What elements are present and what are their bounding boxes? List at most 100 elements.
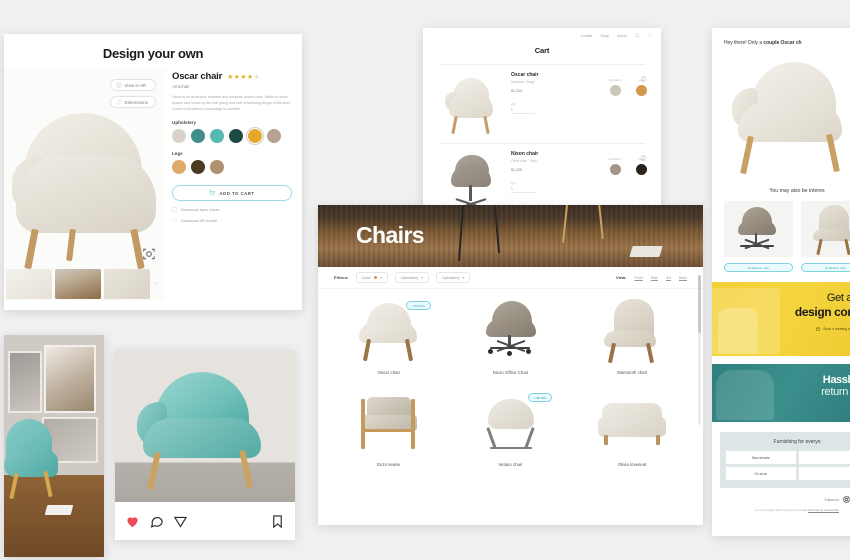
nav-item-about[interactable]: About — [617, 34, 627, 38]
view-options: View: Front Side 3/4 Back — [616, 275, 687, 280]
product-card[interactable]: Enzo seater — [328, 389, 450, 481]
table-cell-new-arrivals[interactable]: New arrivals — [726, 451, 796, 464]
cart-item-qty-input[interactable]: 1 — [511, 187, 535, 193]
banner-cta[interactable]: Book a meeting with our interior d — [795, 327, 850, 331]
table-cell-empty[interactable] — [798, 467, 850, 480]
page-title: Chairs — [356, 222, 425, 248]
chair-base — [490, 347, 531, 349]
view-option-side[interactable]: Side — [651, 276, 658, 280]
email-headline: Hey there! Only a couple Oscar ch — [712, 28, 850, 54]
recommendation-card[interactable]: Available now — [801, 201, 850, 272]
listing-hero: Chairs — [318, 205, 703, 267]
product-hero-image[interactable]: View in AR Dimensions ‹ 360° › — [4, 69, 164, 301]
cart-item-image[interactable] — [437, 151, 503, 213]
add-to-cart-button[interactable]: ADD TO CART — [172, 185, 292, 202]
trash-icon[interactable] — [640, 154, 647, 162]
search-icon[interactable] — [635, 33, 640, 38]
design-consultation-banner[interactable]: Get a free design consult Book a meeting… — [712, 282, 850, 356]
filter-color-dropdown[interactable]: Color ▾ — [355, 272, 389, 283]
product-image — [801, 201, 850, 257]
cart-item-qty-input[interactable]: 1 — [511, 108, 535, 114]
product-card[interactable]: Olivia loveseat — [571, 389, 693, 481]
sofa-leg — [656, 435, 661, 445]
product-card[interactable]: LIMITED Vetaso chair — [450, 389, 572, 481]
recommendation-card[interactable]: Available now — [724, 201, 793, 272]
scrollbar[interactable] — [698, 275, 701, 425]
availability-button[interactable]: Available now — [801, 263, 850, 272]
product-card[interactable]: LIMITED Oscar chair — [328, 297, 450, 389]
ar-scan-icon[interactable] — [142, 247, 156, 261]
view-option-front[interactable]: Front — [634, 276, 642, 280]
comment-icon[interactable] — [149, 514, 164, 529]
product-image — [724, 201, 793, 257]
instagram-icon[interactable] — [843, 496, 850, 503]
table-cell-empty[interactable] — [798, 451, 850, 464]
return-policy-banner[interactable]: Hassle-fre return polic Read more — [712, 364, 850, 422]
bookmark-icon[interactable] — [270, 514, 285, 529]
book-prop — [629, 246, 663, 257]
chair-wheel — [488, 349, 494, 354]
product-card[interactable]: Nixon Office Chair — [450, 297, 572, 389]
filter-bar: Filters: Color ▾ Upholstery ▾ Upholstery… — [318, 267, 703, 289]
chevron-down-icon: ▾ — [380, 275, 383, 280]
view-option-three-quarter[interactable]: 3/4 — [666, 276, 671, 280]
download-spec-link[interactable]: Download spec sheet — [172, 207, 292, 212]
view-option-back[interactable]: Back — [679, 276, 687, 280]
legs-swatch[interactable] — [210, 160, 224, 175]
chair-seat — [16, 155, 156, 233]
dimensions-button[interactable]: Dimensions — [109, 96, 156, 108]
banner-read-more-link[interactable]: Read more — [821, 404, 850, 408]
cart-option-legs[interactable]: Legs — [636, 78, 647, 134]
view-in-ar-button[interactable]: View in AR — [109, 79, 156, 91]
legs-swatch[interactable] — [191, 160, 205, 175]
option-label: Upholstery — [608, 157, 622, 161]
product-image — [588, 389, 676, 455]
unsubscribe-link[interactable]: click here to unsubscribe — [808, 508, 839, 512]
download-3d-link[interactable]: Download 3D model — [172, 218, 292, 223]
chair-seat — [4, 451, 58, 477]
chair-seat — [486, 319, 537, 337]
cart-item-details: Nixon chair Office chair · Grey $1,235 Q… — [503, 151, 609, 213]
sofa-seat — [598, 417, 667, 437]
upholstery-swatch[interactable] — [229, 129, 243, 144]
chair-leg — [66, 228, 76, 262]
heart-icon[interactable] — [125, 514, 140, 529]
product-card[interactable]: Mammoth chair — [571, 297, 693, 389]
cart-icon[interactable] — [648, 33, 653, 38]
upholstery-label: Upholstery — [172, 120, 196, 126]
option-swatch — [636, 164, 647, 175]
wall-art — [44, 345, 96, 413]
upholstery-swatch[interactable] — [210, 129, 224, 144]
dimensions-label: Dimensions — [124, 99, 148, 105]
upholstery-swatch-selected[interactable] — [248, 129, 262, 144]
thumbnail-next-arrow[interactable]: › — [153, 281, 159, 287]
send-icon[interactable] — [173, 514, 188, 529]
nav-item-shop[interactable]: Shop — [600, 34, 609, 38]
trash-icon[interactable] — [640, 75, 647, 83]
cart-item-image[interactable] — [437, 72, 503, 135]
product-name: Oscar chair — [172, 71, 223, 82]
thumbnail-item[interactable] — [104, 269, 150, 299]
nav-item-create[interactable]: Create — [581, 34, 592, 38]
legs-swatch[interactable] — [172, 160, 186, 175]
chair-frame — [360, 429, 415, 432]
upholstery-swatch[interactable] — [191, 129, 205, 144]
thumbnail-item[interactable] — [55, 269, 101, 299]
cart-row: Oscar chair Armchair · Beige $1,234 Qty … — [423, 65, 661, 135]
room-photo-card — [4, 335, 104, 557]
availability-button[interactable]: Available now — [724, 263, 793, 272]
chair-leg — [740, 135, 754, 175]
view-in-ar-label: View in AR — [124, 82, 147, 88]
cart-option-upholstery[interactable]: Upholstery — [609, 78, 622, 134]
table-cell-on-stock[interactable]: On stock — [726, 467, 796, 480]
download-3d-label: Download 3D model — [181, 218, 218, 224]
upholstery-swatch[interactable] — [267, 129, 281, 144]
rating-stars: ★★★★★ — [227, 73, 260, 81]
filter-upholstery-dropdown-2[interactable]: Upholstery ▾ — [436, 272, 471, 283]
thumbnail-item[interactable] — [6, 269, 52, 299]
scrollbar-thumb[interactable] — [698, 275, 701, 333]
filter-upholstery-dropdown[interactable]: Upholstery ▾ — [395, 272, 430, 283]
upholstery-swatch[interactable] — [172, 129, 186, 144]
banner-line1: Hassle-fre — [822, 374, 850, 386]
email-headline-bold: couple Oscar ch — [763, 40, 802, 46]
